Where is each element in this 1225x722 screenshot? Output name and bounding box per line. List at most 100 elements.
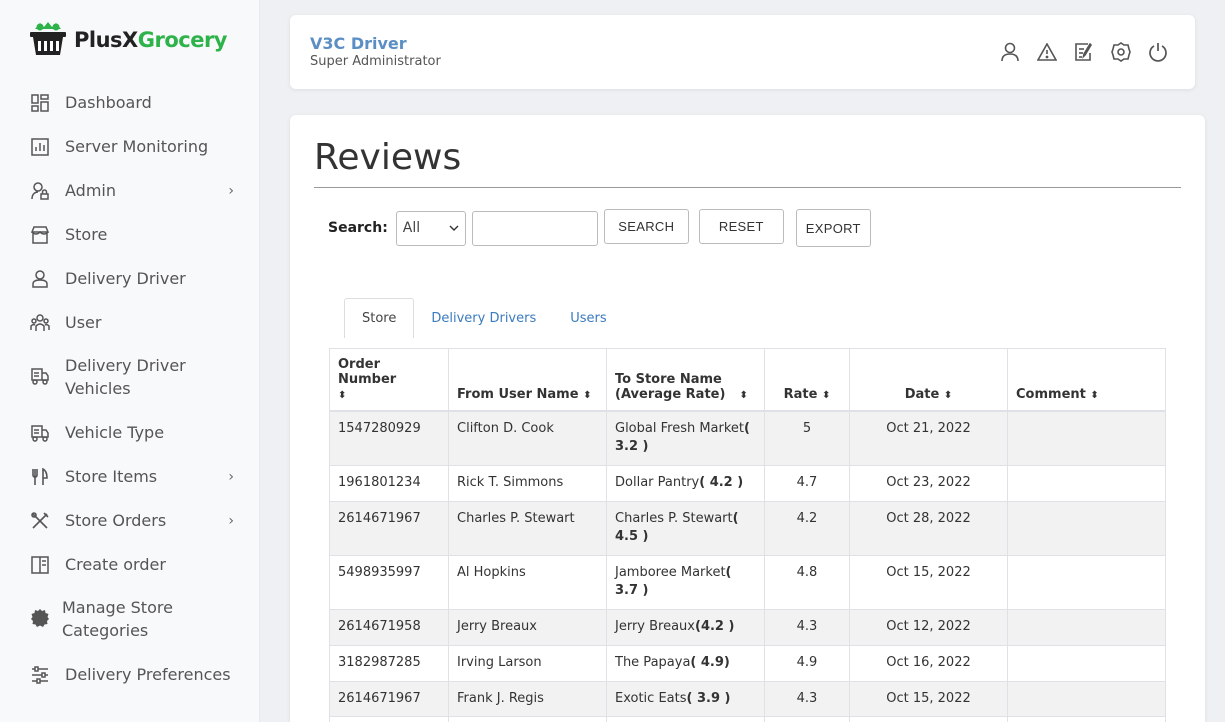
column-header-label: Rate (783, 387, 818, 402)
cell-rate: 4.2 (764, 500, 850, 556)
table-row[interactable]: 2614671967 Frank J. Regis Exotic Eats( 3… (329, 680, 1166, 717)
power-icon[interactable] (1147, 41, 1169, 63)
sidebar-item-admin[interactable]: Admin › (30, 179, 250, 202)
store-icon (30, 225, 50, 245)
chevron-right-icon: › (228, 183, 234, 199)
cell-order-number: 5498935997 (329, 715, 449, 722)
column-header-label: Comment (1016, 387, 1086, 402)
column-header-date[interactable]: Date ⬍ (849, 348, 1008, 412)
cell-store: Jerry Breaux(4.2 ) (606, 608, 765, 646)
cell-from-user: Frank J. Regis (448, 680, 607, 717)
cell-store: Global Fresh Market( 3.2 ) (606, 410, 765, 466)
truck-icon (30, 366, 50, 386)
sidebar-item-dashboard[interactable]: Dashboard (30, 91, 250, 114)
export-button[interactable]: EXPORT (795, 209, 871, 247)
sidebar-item-user[interactable]: User (30, 311, 250, 334)
sidebar-item-vehicle-type[interactable]: Vehicle Type (30, 421, 250, 444)
page-title: Reviews (314, 137, 462, 178)
main-content: Reviews Search: All SEARCH RESET EXPORT … (290, 115, 1205, 722)
store-average-rate: ( 4.9) (690, 654, 730, 670)
cell-from-user: Rick T. Simmons (448, 464, 607, 502)
sidebar-item-delivery-preferences[interactable]: Delivery Preferences (30, 663, 250, 686)
cell-order-number: 3182987285 (329, 644, 449, 682)
cell-date: Oct 28, 2022 (849, 500, 1008, 556)
table-row[interactable]: 1961801234 Rick T. Simmons Dollar Pantry… (329, 464, 1166, 502)
driver-icon (30, 269, 50, 289)
table-row[interactable]: 5498935997 (329, 715, 1166, 722)
sidebar-item-store[interactable]: Store (30, 223, 250, 246)
column-header-to-store-name[interactable]: To Store Name (Average Rate) ⬍ (606, 348, 765, 412)
store-name: Jerry Breaux (615, 618, 695, 634)
chevron-right-icon: › (228, 513, 234, 529)
table-row[interactable]: 2614671958 Jerry Breaux Jerry Breaux(4.2… (329, 608, 1166, 646)
table-row[interactable]: 1547280929 Clifton D. Cook Global Fresh … (329, 410, 1166, 466)
sidebar-item-label: Admin (65, 181, 116, 200)
brand-logo[interactable]: PlusXGrocery (28, 20, 228, 60)
user-role: Super Administrator (310, 54, 441, 69)
column-header-label: To Store Name (Average Rate) (615, 372, 726, 402)
column-header-order-number[interactable]: Order Number ⬍ (329, 348, 449, 412)
column-header-comment[interactable]: Comment ⬍ (1007, 348, 1166, 412)
sidebar-item-manage-store-categories[interactable]: Manage Store Categories (30, 596, 250, 642)
chevron-down-icon (449, 225, 459, 231)
edit-icon[interactable] (1073, 41, 1095, 63)
search-filter-select[interactable]: All (395, 210, 466, 246)
crossed-tools-icon (30, 511, 50, 531)
users-icon (30, 313, 50, 333)
column-header-rate[interactable]: Rate ⬍ (764, 348, 850, 412)
cell-order-number: 2614671967 (329, 680, 449, 717)
sidebar-item-label: User (65, 313, 102, 332)
table-row[interactable]: 3182987285 Irving Larson The Papaya( 4.9… (329, 644, 1166, 682)
sidebar-item-label: Dashboard (65, 93, 152, 112)
store-name: Exotic Eats (615, 690, 687, 706)
store-name: The Papaya (615, 654, 691, 670)
tab-store[interactable]: Store (344, 298, 415, 338)
store-average-rate: (4.2 ) (695, 618, 735, 634)
cell-from-user: Charles P. Stewart (448, 500, 607, 556)
cell-comment (1007, 410, 1166, 466)
tab-delivery-drivers[interactable]: Delivery Drivers (414, 298, 553, 338)
store-name: Charles P. Stewart (615, 510, 733, 526)
sort-icon: ⬍ (943, 390, 953, 401)
cell-rate: 4.7 (764, 464, 850, 502)
search-button[interactable]: SEARCH (603, 209, 689, 244)
review-tabs: Store Delivery Drivers Users (344, 298, 624, 338)
chevron-right-icon: › (228, 469, 234, 485)
cell-order-number: 5498935997 (329, 554, 449, 610)
column-header-label: From User Name (457, 387, 579, 402)
cell-date (849, 715, 1008, 722)
search-filter-value: All (402, 220, 421, 236)
cell-from-user: Jerry Breaux (448, 608, 607, 646)
profile-icon[interactable] (999, 41, 1021, 63)
alert-icon[interactable] (1036, 41, 1058, 63)
utensils-icon (30, 467, 50, 487)
search-input[interactable] (471, 210, 598, 246)
sidebar-item-label: Store (65, 225, 108, 244)
table-row[interactable]: 2614671967 Charles P. Stewart Charles P.… (329, 500, 1166, 556)
top-header: V3C Driver Super Administrator (290, 15, 1195, 89)
table-row[interactable]: 5498935997 Al Hopkins Jamboree Market( 3… (329, 554, 1166, 610)
cell-comment (1007, 680, 1166, 717)
store-name: Dollar Pantry (615, 474, 700, 490)
chart-icon (30, 137, 50, 157)
cell-date: Oct 21, 2022 (849, 410, 1008, 466)
cell-store: Charles P. Stewart( 4.5 ) (606, 500, 765, 556)
cell-store: Jamboree Market( 3.7 ) (606, 554, 765, 610)
sort-icon: ⬍ (821, 390, 831, 401)
sidebar-item-create-order[interactable]: Create order (30, 553, 250, 576)
tab-users[interactable]: Users (553, 298, 623, 338)
column-header-from-user-name[interactable]: From User Name ⬍ (448, 348, 607, 412)
sidebar-item-delivery-driver[interactable]: Delivery Driver (30, 267, 250, 290)
cell-comment (1007, 464, 1166, 502)
settings-icon[interactable] (1110, 41, 1132, 63)
reset-button[interactable]: RESET (698, 209, 784, 244)
user-lock-icon (30, 181, 50, 201)
sidebar-item-delivery-driver-vehicles[interactable]: Delivery Driver Vehicles (30, 354, 250, 400)
column-header-label: Order Number (338, 357, 397, 387)
sidebar-item-store-orders[interactable]: Store Orders › (30, 509, 250, 532)
sidebar-item-server-monitoring[interactable]: Server Monitoring (30, 135, 250, 158)
cell-rate: 4.9 (764, 644, 850, 682)
cell-order-number: 2614671958 (329, 608, 449, 646)
sidebar-item-store-items[interactable]: Store Items › (30, 465, 250, 488)
cell-order-number: 1547280929 (329, 410, 449, 466)
